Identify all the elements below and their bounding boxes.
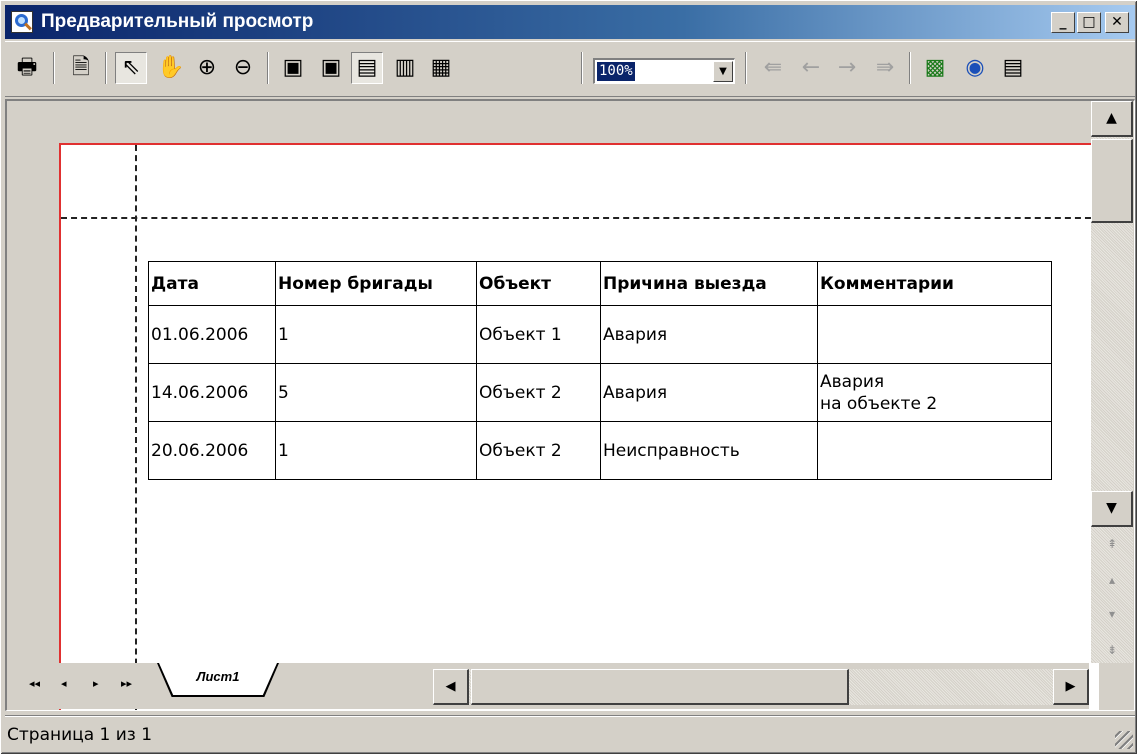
select-cursor-icon[interactable]: ⇖: [115, 52, 147, 84]
resize-grip-icon[interactable]: [1115, 731, 1133, 749]
export-text-icon[interactable]: ▤: [997, 52, 1029, 84]
last-sheet-icon[interactable]: ▸▸: [121, 677, 132, 690]
cell-reason: Авария: [600, 363, 818, 422]
table-row: 20.06.2006 1 Объект 2 Неисправность: [148, 421, 1052, 480]
column-header-object: Объект: [476, 261, 601, 306]
report-table: Дата Номер бригады Объект Причина выезда…: [148, 261, 1052, 480]
toolbar-separator: [267, 52, 269, 84]
zoom-select[interactable]: 100% ▼: [593, 58, 735, 84]
chevron-down-icon[interactable]: ▼: [713, 61, 733, 82]
toolbar: 🖶 🗎 ⇖ ✋ ⊕ ⊖ ▣ ▣ ▤ ▥ ▦ 100% ▼ ⇚ ← → ⇛ ▩ ◉…: [5, 41, 1135, 97]
column-header-date: Дата: [148, 261, 276, 306]
cell-comment: Авария на объекте 2: [817, 363, 1052, 422]
prev-sheet-icon[interactable]: ◂: [61, 677, 67, 690]
two-pages-icon[interactable]: ▥: [389, 52, 421, 84]
report-page: Дата Номер бригады Объект Причина выезда…: [59, 143, 1101, 710]
vertical-scroll-thumb[interactable]: [1091, 139, 1133, 223]
column-header-team: Номер бригады: [275, 261, 477, 306]
export-excel-icon[interactable]: ▩: [919, 52, 951, 84]
toolbar-separator: [909, 52, 911, 84]
last-page-icon[interactable]: ⇛: [869, 52, 901, 84]
cell-date: 14.06.2006: [148, 363, 276, 422]
cell-team: 1: [275, 305, 477, 364]
multi-pages-icon[interactable]: ▦: [425, 52, 457, 84]
horizontal-scroll-thumb[interactable]: [471, 669, 849, 705]
table-header-row: Дата Номер бригады Объект Причина выезда…: [148, 261, 1052, 306]
status-bar: Страница 1 из 1: [5, 715, 1135, 751]
table-row: 01.06.2006 1 Объект 1 Авария: [148, 305, 1052, 364]
toolbar-separator: [745, 52, 747, 84]
first-page-icon[interactable]: ⇚: [757, 52, 789, 84]
scroll-down-button[interactable]: ▼: [1091, 491, 1133, 527]
comment-line: Авария: [820, 371, 885, 392]
prev-page-small-icon[interactable]: ▴: [1099, 567, 1125, 593]
cell-object: Объект 2: [476, 421, 601, 480]
column-header-reason: Причина выезда: [600, 261, 818, 306]
preview-magnifier-icon[interactable]: [11, 11, 33, 33]
zoom-value: 100%: [597, 62, 635, 81]
table-row: 14.06.2006 5 Объект 2 Авария Авария на об…: [148, 363, 1052, 422]
vertical-scrollbar[interactable]: ▲ ▼ ⇞ ▴ ▾ ⇟: [1091, 101, 1133, 663]
margin-guide-horizontal[interactable]: [61, 217, 1101, 219]
horizontal-scrollbar[interactable]: ◀ ▶: [433, 669, 1089, 705]
minimize-button[interactable]: _: [1051, 12, 1075, 33]
scroll-up-button[interactable]: ▲: [1091, 101, 1133, 137]
scroll-right-button[interactable]: ▶: [1053, 669, 1089, 705]
maximize-button[interactable]: □: [1077, 12, 1101, 33]
cell-reason: Неисправность: [600, 421, 818, 480]
toolbar-separator: [581, 52, 583, 84]
one-page-icon[interactable]: ▤: [351, 52, 383, 84]
column-header-comments: Комментарии: [817, 261, 1052, 306]
window-title: Предварительный просмотр: [41, 11, 314, 32]
prev-page-icon[interactable]: ←: [795, 52, 827, 84]
title-bar[interactable]: Предварительный просмотр _ □ ✕: [5, 5, 1135, 39]
first-page-small-icon[interactable]: ⇞: [1099, 531, 1125, 557]
cell-team: 5: [275, 363, 477, 422]
whole-page-icon[interactable]: ▣: [315, 52, 347, 84]
export-html-icon[interactable]: ◉: [959, 52, 991, 84]
cell-object: Объект 1: [476, 305, 601, 364]
page-counter: Страница 1 из 1: [7, 725, 153, 745]
cell-reason: Авария: [600, 305, 818, 364]
sheet-tab-list1[interactable]: Лист1: [159, 663, 277, 695]
cell-comment: [817, 421, 1052, 480]
next-page-small-icon[interactable]: ▾: [1099, 601, 1125, 627]
toolbar-separator: [53, 52, 55, 84]
cell-object: Объект 2: [476, 363, 601, 422]
preview-window: Предварительный просмотр _ □ ✕ 🖶 🗎 ⇖ ✋ ⊕…: [0, 0, 1138, 755]
next-page-icon[interactable]: →: [831, 52, 863, 84]
zoom-out-icon[interactable]: ⊖: [227, 52, 259, 84]
cell-date: 01.06.2006: [148, 305, 276, 364]
next-sheet-icon[interactable]: ▸: [93, 677, 99, 690]
preview-area[interactable]: Дата Номер бригады Объект Причина выезда…: [5, 99, 1135, 711]
cell-date: 20.06.2006: [148, 421, 276, 480]
sheet-tab-bar: ◂◂ ◂ ▸ ▸▸ Лист1 ◀ ▶: [9, 663, 1089, 709]
margin-guide-vertical[interactable]: [135, 145, 137, 710]
zoom-in-icon[interactable]: ⊕: [191, 52, 223, 84]
scroll-left-button[interactable]: ◀: [433, 669, 469, 705]
page-setup-icon[interactable]: 🗎: [65, 52, 97, 84]
print-icon[interactable]: 🖶: [11, 52, 43, 84]
first-sheet-icon[interactable]: ◂◂: [29, 677, 40, 690]
hand-tool-icon[interactable]: ✋: [155, 52, 187, 84]
page-width-icon[interactable]: ▣: [277, 52, 309, 84]
close-button[interactable]: ✕: [1105, 12, 1129, 33]
toolbar-separator: [105, 52, 107, 84]
comment-line: на объекте 2: [820, 393, 938, 414]
last-page-small-icon[interactable]: ⇟: [1099, 637, 1125, 663]
cell-team: 1: [275, 421, 477, 480]
cell-comment: [817, 305, 1052, 364]
